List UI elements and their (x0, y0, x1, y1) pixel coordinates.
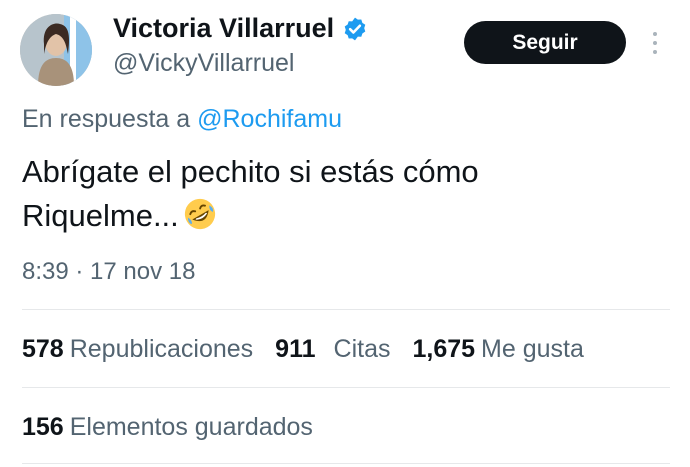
divider (22, 387, 670, 388)
tweet-text: Abrígate el pechito si estás cómo Riquel… (22, 150, 662, 238)
tweet-text-line: Abrígate el pechito si estás cómo (22, 154, 479, 189)
reply-mention-link[interactable]: @Rochifamu (197, 105, 342, 133)
likes-label: Me gusta (481, 335, 584, 363)
author-handle[interactable]: @VickyVillarruel (113, 49, 294, 78)
reposts-stat[interactable]: 578 Republicaciones (22, 335, 253, 364)
more-dot (653, 41, 657, 45)
avatar[interactable] (20, 14, 92, 86)
tweet-text-line: Riquelme... (22, 198, 179, 233)
bookmarks-count: 156 (22, 413, 64, 441)
engagement-stats: 578 Republicaciones 911 Citas 1,675 Me gust… (22, 335, 606, 364)
reply-prefix: En respuesta a (22, 105, 198, 133)
quotes-stat[interactable]: 911 Citas (275, 335, 390, 364)
verified-badge-icon[interactable] (342, 16, 368, 42)
likes-stat[interactable]: 1,675 Me gusta (412, 335, 583, 364)
quotes-label: Citas (333, 335, 391, 363)
likes-count: 1,675 (412, 335, 476, 363)
author-name-row: Victoria Villarruel (113, 13, 368, 44)
reposts-label: Republicaciones (69, 335, 254, 363)
more-dot (653, 32, 657, 36)
quotes-count: 911 (275, 335, 316, 363)
reply-context: En respuesta a @Rochifamu (22, 105, 342, 134)
tweet-timestamp[interactable]: 8:39 · 17 nov 18 (22, 258, 195, 286)
divider (22, 309, 670, 310)
reposts-count: 578 (22, 335, 64, 363)
more-options-icon[interactable] (645, 28, 665, 58)
avatar-image (20, 14, 92, 86)
divider (22, 463, 670, 464)
rolling-on-the-floor-laughing-icon (184, 198, 215, 230)
more-dot (653, 50, 657, 54)
follow-button[interactable]: Seguir (464, 21, 626, 64)
tweet-text-line-2: Riquelme... (22, 194, 662, 238)
bookmarks-label: Elementos guardados (69, 413, 313, 441)
bookmarks-stat[interactable]: 156 Elementos guardados (22, 413, 313, 442)
author-display-name[interactable]: Victoria Villarruel (113, 13, 334, 44)
